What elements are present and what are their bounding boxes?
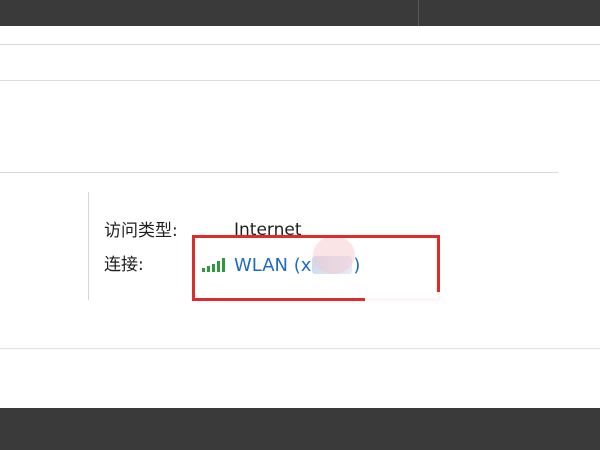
bottom-bar [0,408,600,450]
section-divider [0,172,558,173]
window-title-bar [0,0,600,26]
title-bar-divider [418,0,419,26]
access-type-label: 访问类型: [104,221,178,241]
divider [0,44,600,45]
connections-label: 连接: [104,255,144,275]
obscured-area [365,292,600,382]
divider [0,80,600,81]
divider [0,348,600,349]
details-separator [88,192,89,300]
